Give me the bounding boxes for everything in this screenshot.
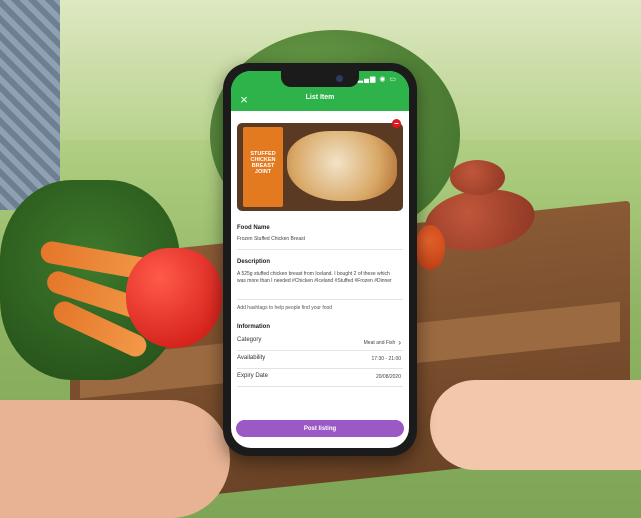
post-listing-button[interactable]: Post listing — [236, 420, 404, 437]
phone-mockup: ▂▄▆ ◉ ▭ × List Item STUFFED CHICKEN BREA… — [223, 63, 417, 456]
phone-notch — [281, 71, 359, 87]
divider — [237, 386, 403, 387]
category-row[interactable]: Category Meat and Fish › — [237, 334, 403, 348]
availability-value: 17:30 - 21:00 — [371, 356, 401, 362]
signal-icon: ▂▄▆ ◉ ▭ — [357, 76, 397, 83]
availability-key: Availability — [237, 355, 266, 361]
product-pack: STUFFED CHICKEN BREAST JOINT — [243, 127, 283, 207]
phone-screen: ▂▄▆ ◉ ▭ × List Item STUFFED CHICKEN BREA… — [231, 71, 409, 448]
left-hand — [0, 400, 230, 518]
pack-label: STUFFED CHICKEN BREAST JOINT — [250, 151, 276, 175]
description-label: Description — [237, 259, 271, 265]
plaid-shirt — [0, 0, 60, 210]
food-name-field[interactable]: Frozen Stuffed Chicken Breast — [237, 236, 305, 242]
description-field[interactable]: A 525g stuffed chicken breast from Icela… — [237, 271, 397, 285]
tomato — [415, 225, 445, 270]
expiry-key: Expiry Date — [237, 373, 269, 379]
page-title: List Item — [305, 94, 335, 101]
food-name-label: Food Name — [237, 225, 270, 231]
expiry-row[interactable]: Expiry Date 20/08/2020 — [237, 370, 403, 384]
category-key: Category — [237, 337, 262, 343]
category-value: Meat and Fish › — [364, 338, 401, 347]
chevron-right-icon: › — [398, 338, 401, 347]
remove-photo-icon[interactable]: − — [392, 119, 401, 128]
divider — [237, 299, 403, 300]
camera-icon — [336, 75, 343, 82]
right-hand — [430, 380, 641, 470]
information-label: Information — [237, 324, 270, 330]
expiry-value: 20/08/2020 — [375, 374, 401, 380]
red-pepper — [126, 248, 222, 348]
availability-row[interactable]: Availability 17:30 - 21:00 — [237, 352, 403, 366]
sweet-potato — [450, 160, 505, 195]
chicken-joint — [287, 131, 397, 201]
divider — [237, 368, 403, 369]
divider — [237, 350, 403, 351]
food-photo[interactable]: STUFFED CHICKEN BREAST JOINT — [237, 123, 403, 211]
hashtag-hint: Add hashtags to help people find your fo… — [237, 305, 333, 311]
app-header: × List Item — [231, 89, 409, 111]
category-value-text: Meat and Fish — [363, 339, 396, 346]
divider — [237, 249, 403, 250]
